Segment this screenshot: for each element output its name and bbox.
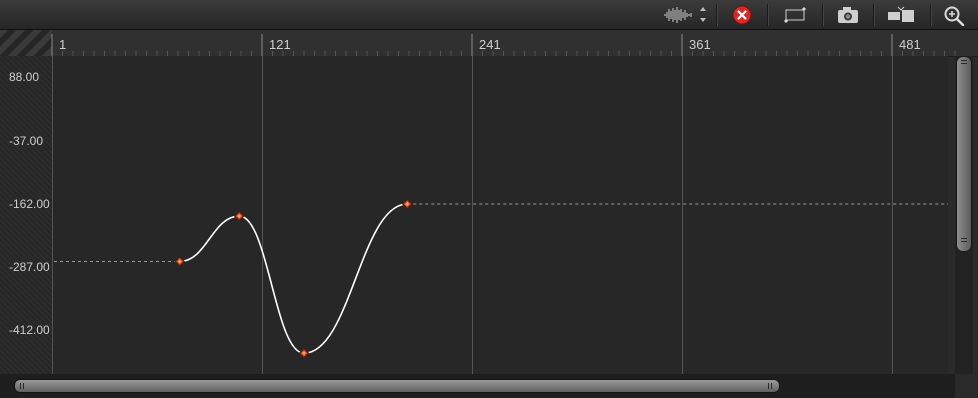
vertical-scrollbar[interactable] [955, 56, 973, 374]
grip-line [768, 383, 769, 389]
grip-line [961, 63, 967, 64]
curve-canvas[interactable] [0, 56, 952, 374]
fit-button[interactable] [876, 0, 926, 30]
keyframe-point[interactable] [233, 210, 245, 222]
fit-range-icon [888, 6, 914, 22]
horizontal-scroll-thumb[interactable] [14, 379, 780, 393]
frame-label: 121 [269, 37, 291, 52]
value-label: -287.00 [9, 260, 50, 274]
camera-icon [838, 7, 858, 23]
grip-line [961, 241, 967, 242]
value-label: -37.00 [9, 134, 44, 148]
toolbar [0, 0, 978, 30]
zoom-icon [944, 6, 965, 26]
toolbar-separator [930, 4, 931, 26]
horizontal-scrollbar[interactable] [0, 374, 955, 398]
frame-label: 1 [59, 37, 67, 52]
edit-keyframe-button[interactable] [772, 0, 818, 30]
grip-line [961, 238, 967, 239]
zoom-button[interactable] [934, 0, 974, 30]
waveform-icon [664, 7, 706, 23]
keyframe-point[interactable] [174, 256, 186, 267]
keyframe-tool-icon [784, 7, 806, 23]
grip-line [771, 383, 772, 389]
grip-line [961, 60, 967, 61]
frame-ruler[interactable]: 1 121 241 361 481 [0, 30, 978, 57]
animation-curve [179, 203, 408, 354]
keyframe-point[interactable] [401, 198, 413, 210]
toolbar-separator [822, 4, 823, 26]
keyframe-editor: 1 121 241 361 481 88.00 -37.00 -162.00 -… [0, 0, 978, 398]
delete-curve-button[interactable] [722, 0, 762, 30]
value-label: -162.00 [9, 197, 50, 211]
toolbar-separator [767, 4, 768, 26]
toolbar-separator [873, 4, 874, 26]
vertical-scroll-thumb[interactable] [956, 56, 972, 252]
keyframe-point[interactable] [298, 347, 310, 359]
toolbar-separator [716, 4, 717, 26]
grip-line [23, 383, 24, 389]
audio-waveform-button[interactable] [660, 0, 710, 30]
value-axis: 88.00 -37.00 -162.00 -287.00 -412.00 [0, 56, 52, 374]
value-label: -412.00 [9, 323, 50, 337]
value-label: 88.00 [9, 70, 40, 84]
close-circle-icon [732, 5, 752, 25]
grip-line [20, 383, 21, 389]
frame-label: 241 [479, 37, 501, 52]
frame-label: 361 [689, 37, 711, 52]
snapshot-button[interactable] [826, 0, 870, 30]
curve-graph[interactable] [0, 56, 952, 374]
frame-label: 481 [899, 37, 921, 52]
